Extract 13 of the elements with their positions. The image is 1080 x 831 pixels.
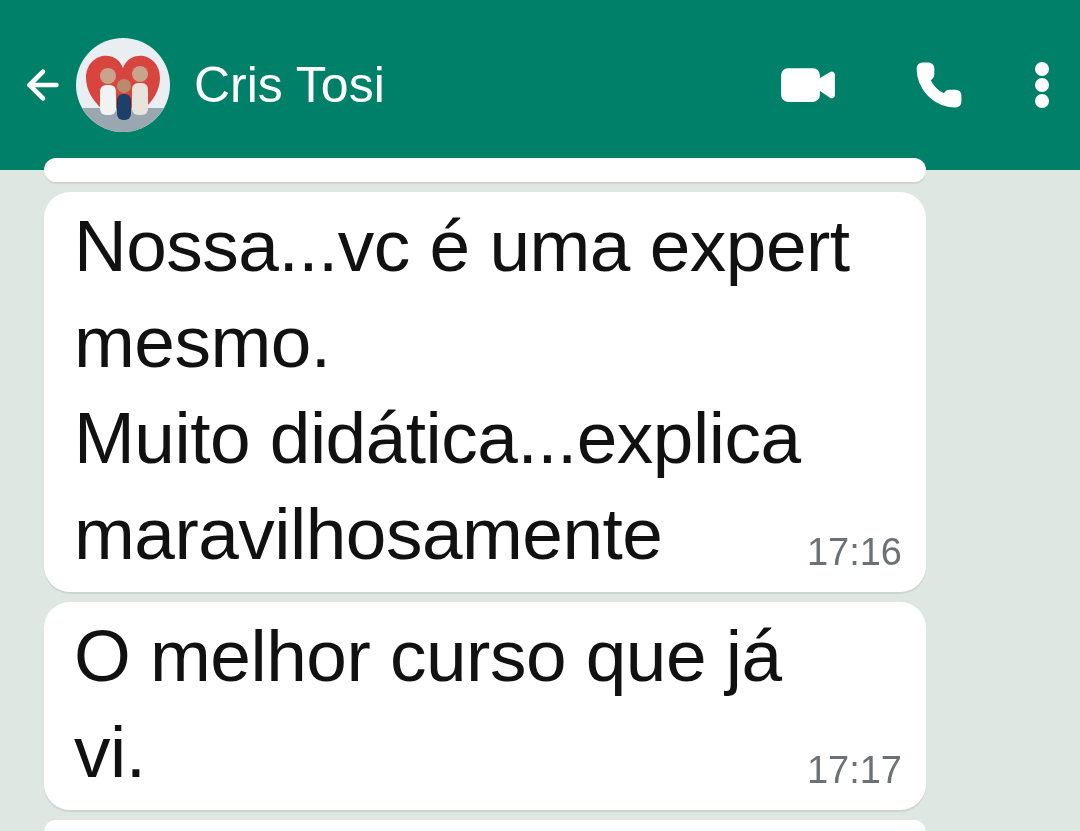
more-options-icon: [1034, 61, 1050, 109]
message-text: Muito didática...explica: [74, 396, 801, 480]
message-text: maravilhosamente: [74, 492, 663, 576]
message-text: mesmo.: [74, 300, 331, 384]
message-time: 17:17: [806, 749, 902, 792]
message-text: vi.: [74, 710, 146, 794]
contact-name[interactable]: Cris Tosi: [194, 56, 778, 114]
phone-icon: [914, 60, 964, 110]
message-text: O melhor curso que já: [74, 614, 782, 698]
message-text: Nossa...vc é uma expert: [74, 204, 850, 288]
voice-call-button[interactable]: [914, 60, 964, 110]
message-time: 17:16: [806, 531, 902, 574]
menu-button[interactable]: [1034, 61, 1050, 109]
